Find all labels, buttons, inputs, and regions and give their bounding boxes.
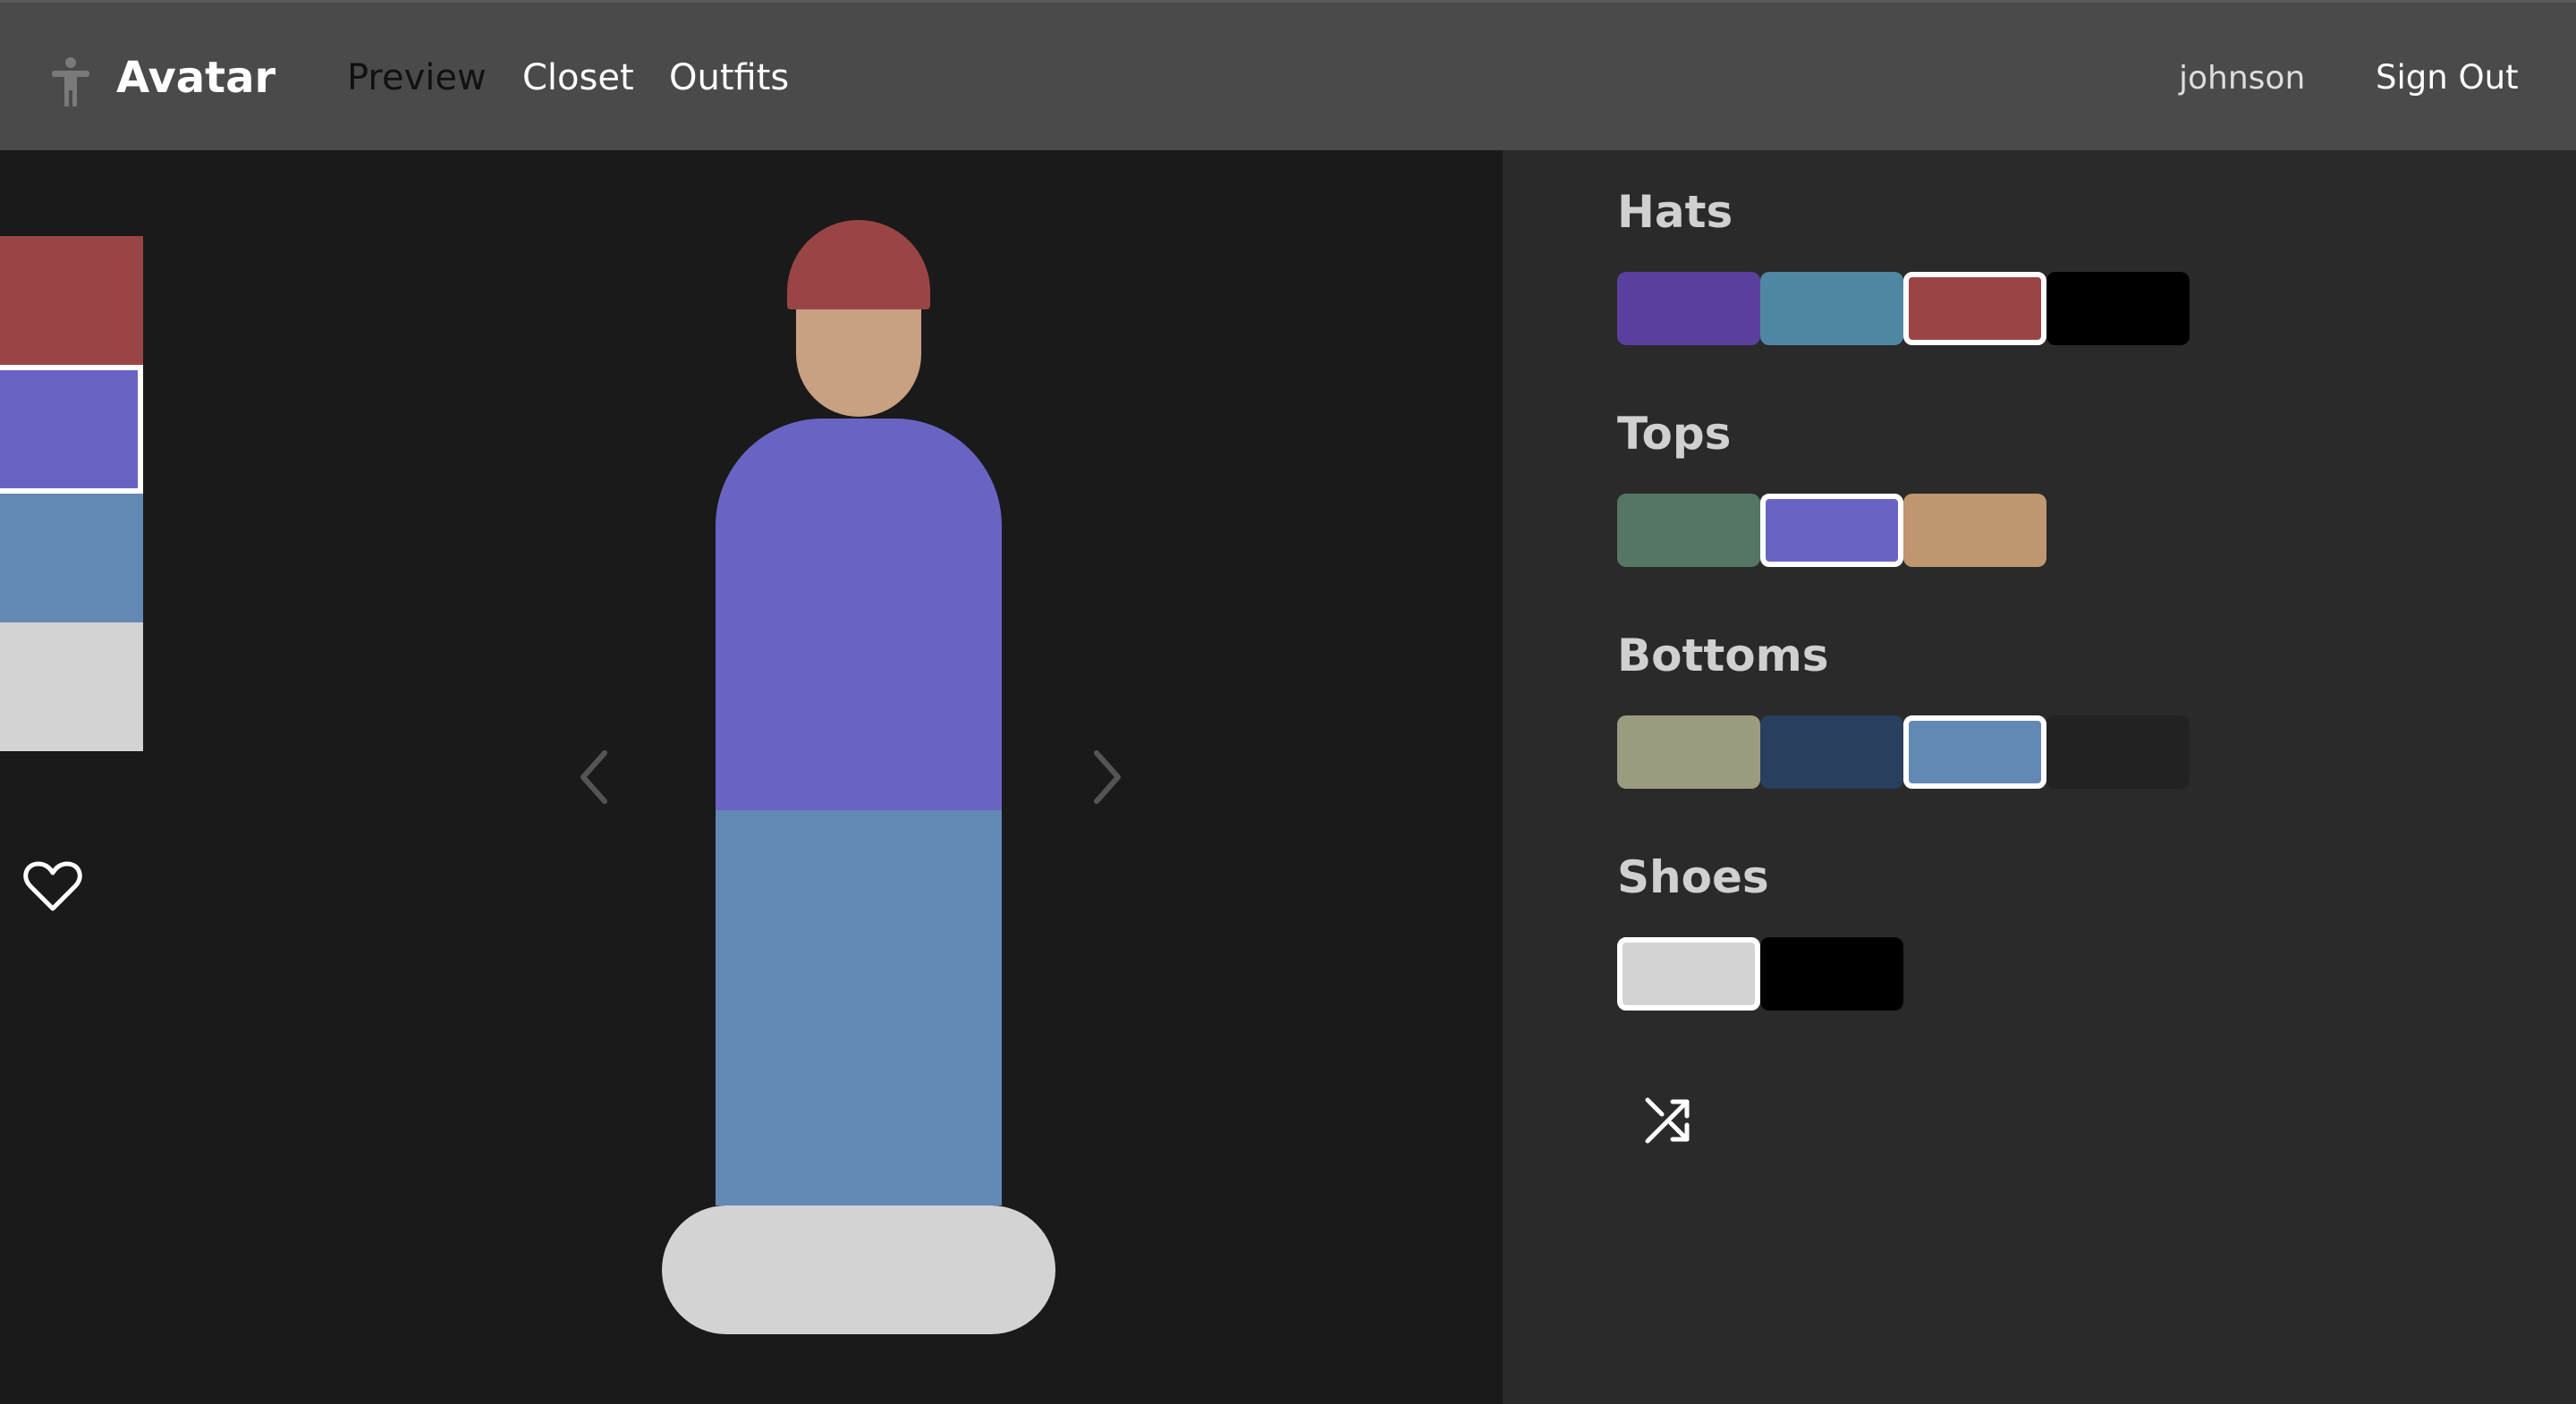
outfit-color-strip <box>0 236 143 751</box>
avatar-head <box>796 309 921 417</box>
nav-closet[interactable]: Closet <box>522 55 634 101</box>
shoes-swatch-1[interactable] <box>1760 937 1903 1011</box>
category-title-tops: Tops <box>1617 408 1732 460</box>
swatch-row-tops <box>1617 494 2046 567</box>
strip-color-2[interactable] <box>0 494 143 622</box>
accessibility-figure-icon <box>52 57 89 106</box>
category-title-hats: Hats <box>1617 186 1733 238</box>
bottoms-swatch-0[interactable] <box>1617 715 1760 789</box>
hats-swatch-3[interactable] <box>2046 272 2190 345</box>
strip-color-1[interactable] <box>0 365 143 494</box>
closet-panel: Hats Tops Bottoms Shoes <box>1503 150 2576 1404</box>
tops-swatch-2[interactable] <box>1903 494 2046 567</box>
avatar-preview-panel <box>0 150 1503 1404</box>
brand-name[interactable]: Avatar <box>116 51 275 105</box>
shuffle-icon[interactable] <box>1644 1096 1692 1145</box>
chevron-right-icon[interactable] <box>1088 748 1127 807</box>
hats-swatch-2[interactable] <box>1903 272 2046 345</box>
avatar-hat <box>787 220 930 309</box>
avatar-bottom <box>716 810 1002 1205</box>
strip-color-3[interactable] <box>0 622 143 751</box>
hats-swatch-0[interactable] <box>1617 272 1760 345</box>
category-title-bottoms: Bottoms <box>1617 630 1829 681</box>
category-title-shoes: Shoes <box>1617 851 1769 903</box>
strip-color-0[interactable] <box>0 236 143 365</box>
bottoms-swatch-3[interactable] <box>2046 715 2190 789</box>
swatch-row-hats <box>1617 272 2190 345</box>
sign-out-button[interactable]: Sign Out <box>2376 55 2519 101</box>
nav-outfits[interactable]: Outfits <box>669 55 789 101</box>
chevron-left-icon[interactable] <box>574 748 614 807</box>
username: johnson <box>2179 60 2306 97</box>
bottoms-swatch-1[interactable] <box>1760 715 1903 789</box>
swatch-row-shoes <box>1617 937 1903 1011</box>
swatch-row-bottoms <box>1617 715 2190 789</box>
avatar-top <box>716 419 1002 810</box>
heart-outline-icon[interactable] <box>23 858 82 914</box>
tops-swatch-0[interactable] <box>1617 494 1760 567</box>
nav-preview[interactable]: Preview <box>347 55 487 101</box>
hats-swatch-1[interactable] <box>1760 272 1903 345</box>
avatar-shoes <box>662 1205 1055 1334</box>
bottoms-swatch-2[interactable] <box>1903 715 2046 789</box>
shoes-swatch-0[interactable] <box>1617 937 1760 1011</box>
top-navbar: Avatar Preview Closet Outfits johnson Si… <box>0 0 2576 150</box>
tops-swatch-1[interactable] <box>1760 494 1903 567</box>
